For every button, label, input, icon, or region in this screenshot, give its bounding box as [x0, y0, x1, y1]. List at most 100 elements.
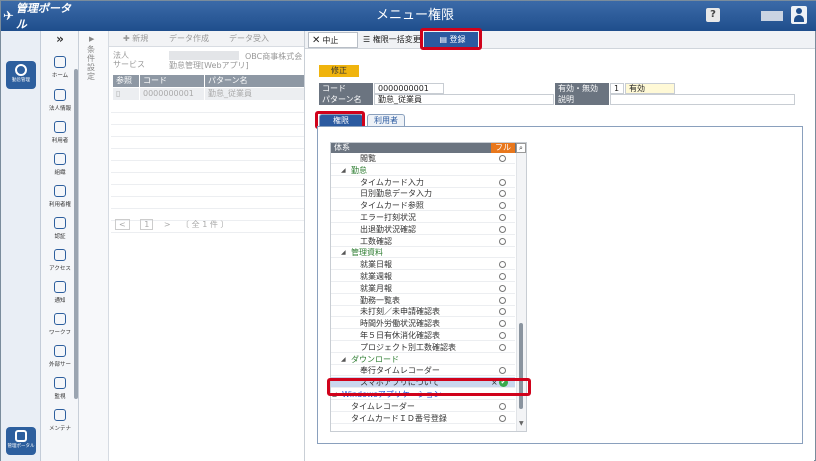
- full-radio[interactable]: [499, 284, 506, 292]
- full-radio[interactable]: [499, 308, 506, 316]
- col-pattern[interactable]: パターン名: [205, 75, 304, 87]
- top-bar: ✈ 管理ポータル メニュー権限 ?: [1, 1, 816, 31]
- list-row-name[interactable]: 勤怠_従業員: [205, 88, 304, 100]
- app-rail: 勤怠管理 管理ポータル: [1, 31, 41, 461]
- full-radio[interactable]: [499, 155, 506, 162]
- tree-row[interactable]: 未打刻／未申請確認表: [331, 306, 515, 318]
- full-radio[interactable]: [499, 214, 506, 221]
- tree-row-label: プロジェクト別工数確認表: [360, 342, 456, 352]
- tree-row[interactable]: ◢ ダウンロード: [331, 354, 515, 365]
- app-logo[interactable]: ✈ 管理ポータル: [3, 1, 75, 31]
- valid-number[interactable]: 1: [610, 83, 624, 94]
- full-radio[interactable]: [499, 367, 506, 375]
- tree-row[interactable]: 出退勤状況確認: [331, 224, 515, 235]
- code-label: コード: [319, 83, 373, 94]
- nav-scrollbar[interactable]: [74, 69, 78, 399]
- tree-row-label: 勤務一覧表: [360, 295, 400, 305]
- full-radio[interactable]: [499, 261, 506, 269]
- doc-icon[interactable]: ▯: [113, 88, 139, 100]
- full-radio[interactable]: [499, 343, 506, 351]
- service-value: 勤怠管理[Webアプリ]: [169, 61, 249, 70]
- tree-col-full[interactable]: フル: [491, 143, 515, 153]
- tree-row[interactable]: タイムカード入力: [331, 177, 515, 188]
- expand-triangle-icon[interactable]: ◢: [341, 247, 346, 258]
- clock-icon: [15, 64, 27, 76]
- tree-row[interactable]: 奉行タイムレコーダー: [331, 365, 515, 377]
- building-icon: [54, 89, 66, 101]
- pager-total: 〔 全 1 件 〕: [181, 220, 229, 229]
- menu-permission-panel: ✕ 中止 ☰ 権限一括変更 ▤ 登録 修正 コード 0000000001 パターン…: [304, 28, 815, 461]
- pager: < 1 > 〔 全 1 件 〕: [115, 219, 236, 230]
- expand-triangle-icon[interactable]: ◢: [341, 354, 346, 365]
- full-radio[interactable]: [499, 402, 506, 410]
- next-page-button[interactable]: >: [164, 220, 171, 229]
- full-radio[interactable]: [499, 178, 506, 186]
- stop-button[interactable]: ✕ 中止: [308, 32, 358, 48]
- tree-row[interactable]: 時間外労働状況確認表: [331, 318, 515, 330]
- tree-row[interactable]: ◢ 勤怠: [331, 165, 515, 176]
- tree-row[interactable]: 就業週報: [331, 271, 515, 282]
- import-data-button[interactable]: データ受入: [229, 33, 269, 44]
- user-name: [761, 11, 783, 21]
- workflow-icon: [54, 313, 66, 325]
- app-attendance[interactable]: 勤怠管理: [6, 61, 36, 89]
- app-portal[interactable]: 管理ポータル: [6, 427, 36, 455]
- tree-row-label: 就業週報: [360, 272, 392, 281]
- tree-row[interactable]: 就業日報: [331, 259, 515, 271]
- hammer-icon: [54, 409, 66, 421]
- tree-row[interactable]: ◢ 管理資料: [331, 247, 515, 259]
- tree-row[interactable]: タイムレコーダー: [331, 401, 515, 412]
- full-radio[interactable]: [499, 225, 506, 233]
- filter-panel[interactable]: ▶ 条件設定: [79, 31, 109, 461]
- help-button[interactable]: ?: [706, 8, 720, 22]
- full-radio[interactable]: [499, 320, 506, 328]
- nav-maintenance[interactable]: メンテナ: [41, 409, 79, 432]
- create-data-button[interactable]: データ作成: [169, 33, 209, 44]
- col-code[interactable]: コード: [140, 75, 204, 87]
- home-icon: [54, 56, 66, 68]
- tree-row[interactable]: 年５日有休消化確認表: [331, 330, 515, 341]
- tree-row-label: タイムカードＩＤ番号登録: [351, 413, 447, 423]
- full-radio[interactable]: [499, 414, 506, 422]
- col-ref[interactable]: 参照: [113, 75, 139, 87]
- new-button[interactable]: ✚ 新規: [123, 33, 148, 44]
- tree-row[interactable]: 工数確認: [331, 236, 515, 247]
- tree-row[interactable]: 就業月報: [331, 283, 515, 294]
- tree-row[interactable]: エラー打刻状況: [331, 212, 515, 223]
- tree-col-system: 体系: [334, 143, 350, 152]
- pattern-value[interactable]: 勤怠_従業員: [374, 94, 554, 105]
- prev-page-button[interactable]: <: [115, 219, 130, 230]
- id-card-icon: [54, 217, 66, 229]
- tree-scroll-thumb[interactable]: [519, 323, 523, 409]
- desc-value[interactable]: [610, 94, 795, 105]
- full-radio[interactable]: [499, 190, 506, 198]
- tree-row[interactable]: プロジェクト別工数確認表: [331, 342, 515, 353]
- scroll-down-icon[interactable]: ▼: [519, 420, 524, 427]
- collapse-chevron-icon[interactable]: »: [41, 32, 79, 46]
- tree-row[interactable]: タイムカード参照: [331, 200, 515, 212]
- tree-row-label: 閲覧: [360, 154, 376, 163]
- users-icon: [54, 121, 66, 133]
- shield-icon: [54, 185, 66, 197]
- selected-row-highlight: [327, 378, 531, 396]
- expand-arrow-icon[interactable]: ▶: [89, 35, 94, 43]
- list-row-code[interactable]: 0000000001: [140, 88, 204, 100]
- full-radio[interactable]: [499, 237, 506, 245]
- gear-icon: [15, 430, 27, 442]
- expand-triangle-icon[interactable]: ◢: [341, 165, 346, 176]
- bulk-change-button[interactable]: ☰ 権限一括変更: [360, 32, 421, 48]
- page-number[interactable]: 1: [140, 219, 154, 230]
- full-radio[interactable]: [499, 332, 506, 339]
- user-avatar-icon[interactable]: [791, 6, 807, 24]
- tree-row-label: ダウンロード: [351, 354, 399, 364]
- tree-row[interactable]: タイムカードＩＤ番号登録: [331, 413, 515, 424]
- tree-row[interactable]: 日別勤怠データ入力: [331, 188, 515, 200]
- pattern-label: パターン名: [319, 94, 373, 105]
- tree-row[interactable]: 閲覧: [331, 153, 515, 164]
- full-radio[interactable]: [499, 273, 506, 280]
- search-icon[interactable]: ⌕: [516, 143, 526, 153]
- tree-row-label: 年５日有休消化確認表: [360, 331, 440, 340]
- tree-row[interactable]: 勤務一覧表: [331, 295, 515, 306]
- full-radio[interactable]: [499, 296, 506, 304]
- full-radio[interactable]: [499, 202, 506, 210]
